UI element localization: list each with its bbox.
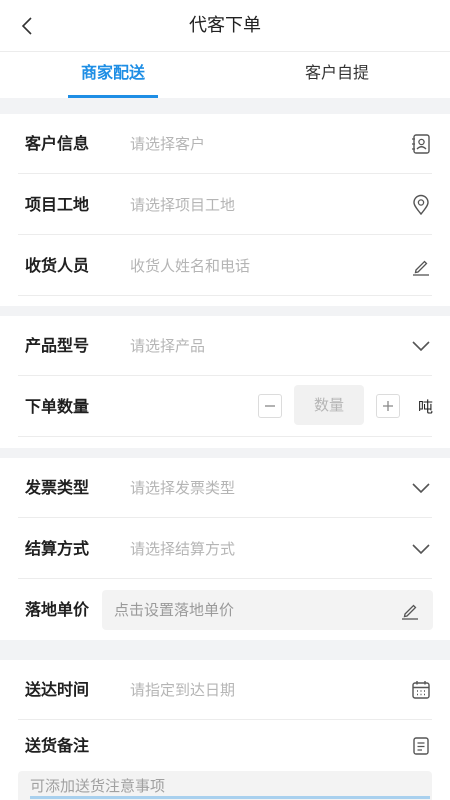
divider <box>18 719 432 720</box>
quantity-decrease-button[interactable] <box>258 394 282 418</box>
receiver-label: 收货人员 <box>25 256 90 275</box>
delivery-time-placeholder: 请指定到达日期 <box>130 681 236 699</box>
billing-section: 发票类型 请选择发票类型 结算方式 请选择结算方式 落地单价 点击设置落地单价 <box>0 458 450 640</box>
customer-section: 客户信息 请选择客户 项目工地 请选择项目工地 收货人员 收货人姓名和电话 <box>0 114 450 306</box>
quantity-unit: 吨 <box>418 398 434 416</box>
landing-price-label: 落地单价 <box>25 600 90 619</box>
tab-merchant-delivery[interactable]: 商家配送 <box>38 52 188 98</box>
divider <box>18 436 432 437</box>
quantity-label: 下单数量 <box>25 397 90 416</box>
settlement-row[interactable]: 结算方式 请选择结算方式 <box>0 519 450 579</box>
invoice-type-row[interactable]: 发票类型 请选择发票类型 <box>0 458 450 518</box>
customer-label: 客户信息 <box>25 134 90 153</box>
quantity-row: 下单数量 数量 吨 <box>0 377 450 437</box>
project-site-placeholder: 请选择项目工地 <box>130 196 236 214</box>
delivery-time-label: 送达时间 <box>25 680 90 699</box>
landing-price-row: 落地单价 点击设置落地单价 <box>0 580 450 640</box>
location-pin-icon[interactable] <box>410 194 432 216</box>
product-row[interactable]: 产品型号 请选择产品 <box>0 316 450 376</box>
project-site-row[interactable]: 项目工地 请选择项目工地 <box>0 175 450 235</box>
settlement-placeholder: 请选择结算方式 <box>130 540 236 558</box>
divider <box>18 173 432 174</box>
divider <box>18 517 432 518</box>
edit-pen-icon <box>399 599 421 621</box>
edit-pen-icon[interactable] <box>410 255 432 277</box>
divider <box>18 234 432 235</box>
customer-placeholder: 请选择客户 <box>130 135 206 153</box>
landing-price-input[interactable]: 点击设置落地单价 <box>102 590 433 630</box>
calendar-icon[interactable] <box>410 679 432 701</box>
divider <box>18 295 432 296</box>
settlement-label: 结算方式 <box>25 539 90 558</box>
receiver-row[interactable]: 收货人员 收货人姓名和电话 <box>0 236 450 296</box>
input-focus-line <box>30 796 430 799</box>
invoice-type-label: 发票类型 <box>25 478 90 497</box>
page-title: 代客下单 <box>189 15 261 36</box>
active-tab-indicator <box>68 95 158 98</box>
top-bar: 代客下单 <box>0 0 450 52</box>
note-icon <box>410 735 432 757</box>
tab-customer-pickup[interactable]: 客户自提 <box>262 52 412 98</box>
chevron-down-icon[interactable] <box>410 477 432 499</box>
delivery-remark-placeholder: 可添加送货注意事项 <box>30 777 166 795</box>
product-section: 产品型号 请选择产品 下单数量 数量 吨 <box>0 316 450 448</box>
quantity-input[interactable]: 数量 <box>294 385 364 425</box>
delivery-mode-tabs: 商家配送 客户自提 <box>0 52 450 98</box>
chevron-down-icon[interactable] <box>410 538 432 560</box>
delivery-time-row[interactable]: 送达时间 请指定到达日期 <box>0 660 450 720</box>
invoice-type-placeholder: 请选择发票类型 <box>130 479 236 497</box>
divider <box>18 578 432 579</box>
delivery-remark-row: 送货备注 <box>0 721 450 771</box>
receiver-placeholder: 收货人姓名和电话 <box>130 257 251 275</box>
customer-row[interactable]: 客户信息 请选择客户 <box>0 114 450 174</box>
landing-price-placeholder: 点击设置落地单价 <box>114 601 235 619</box>
contact-book-icon[interactable] <box>410 133 432 155</box>
project-site-label: 项目工地 <box>25 195 90 214</box>
chevron-down-icon[interactable] <box>410 335 432 357</box>
quantity-increase-button[interactable] <box>376 394 400 418</box>
divider <box>18 375 432 376</box>
product-placeholder: 请选择产品 <box>130 337 206 355</box>
product-label: 产品型号 <box>25 336 90 355</box>
delivery-remark-label: 送货备注 <box>25 736 90 755</box>
